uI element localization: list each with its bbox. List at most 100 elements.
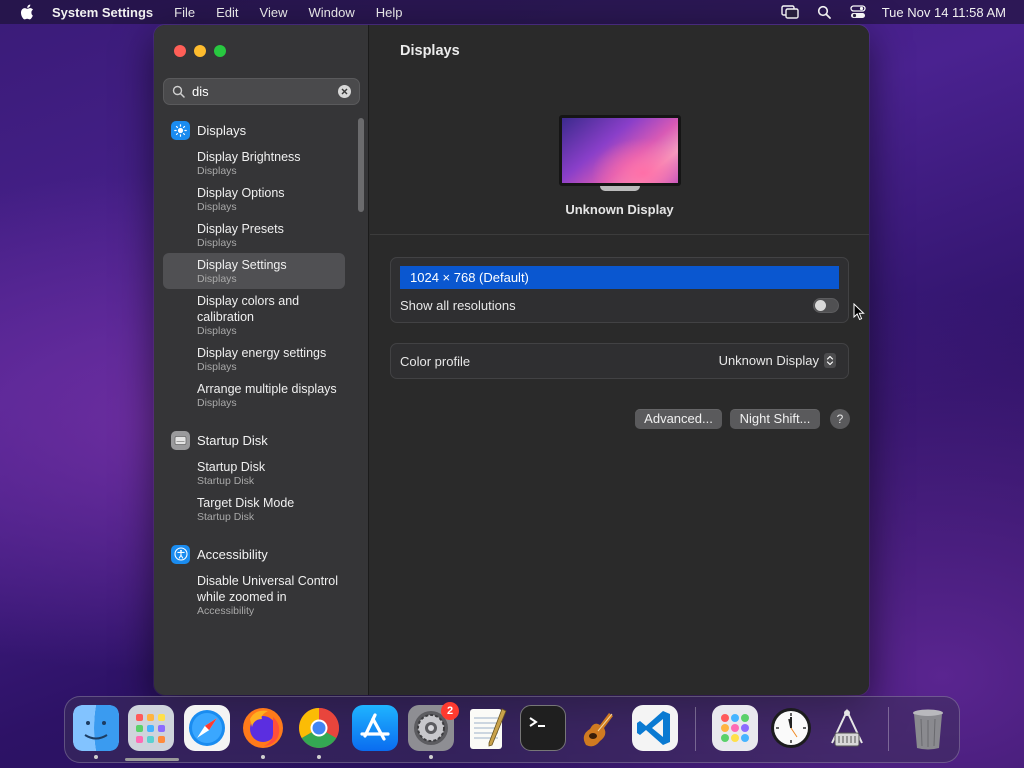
menu-help[interactable]: Help [376, 5, 403, 20]
display-preview-icon[interactable] [559, 115, 681, 191]
result-title: Disable Universal Control while zoomed i… [197, 574, 339, 604]
system-settings-icon[interactable]: 2 [408, 702, 459, 751]
help-button[interactable]: ? [830, 409, 850, 429]
spotlight-search-icon[interactable] [814, 4, 834, 20]
archive-utility-icon[interactable] [824, 705, 870, 751]
firefox-icon[interactable] [240, 705, 286, 751]
color-profile-label: Color profile [400, 354, 471, 369]
search-icon [172, 85, 186, 99]
vscode-icon[interactable] [632, 705, 678, 751]
result-title: Display Presets [197, 222, 284, 236]
launchpad-indicator [125, 758, 179, 761]
result-item[interactable]: Startup Disk Startup Disk [163, 455, 345, 491]
menu-app-name[interactable]: System Settings [52, 5, 153, 20]
resolution-option-selected[interactable]: 1024 × 768 (Default) [400, 266, 839, 289]
sidebar-scrollbar[interactable] [358, 118, 364, 212]
display-name: Unknown Display [565, 202, 674, 217]
sidebar: Displays Display Brightness Displays Dis… [154, 25, 369, 695]
result-item[interactable]: Display Options Displays [163, 181, 345, 217]
result-title: Arrange multiple displays [197, 382, 337, 396]
launchpad-icon[interactable] [128, 705, 174, 751]
result-item[interactable]: Arrange multiple displays Displays [163, 377, 345, 413]
result-subtitle: Startup Disk [197, 511, 255, 523]
menu-edit[interactable]: Edit [216, 5, 238, 20]
zoom-window-button[interactable] [214, 45, 226, 57]
minimize-window-button[interactable] [194, 45, 206, 57]
textedit-icon[interactable] [464, 705, 510, 751]
menu-bar-clock[interactable]: Tue Nov 14 11:58 AM [882, 5, 1006, 20]
result-item[interactable]: Display energy settings Displays [163, 341, 345, 377]
dock: 2 [64, 696, 960, 763]
safari-icon[interactable] [184, 705, 230, 751]
result-title: Display Brightness [197, 150, 301, 164]
displays-pane: Displays Unknown Display 1024 × 768 (Def… [370, 25, 869, 695]
result-item[interactable]: Disable Universal Control while zoomed i… [163, 569, 345, 621]
clock-icon[interactable] [768, 705, 814, 751]
result-title: Display colors and calibration [197, 294, 300, 324]
running-indicator [429, 755, 433, 759]
result-title: Display Settings [197, 258, 287, 272]
notification-badge: 2 [441, 702, 459, 720]
close-window-button[interactable] [174, 45, 186, 57]
window-controls [174, 45, 234, 57]
result-subtitle: Displays [197, 201, 237, 213]
search-results-list: Displays Display Brightness Displays Dis… [163, 115, 345, 621]
result-group-label: Accessibility [197, 546, 268, 562]
result-item[interactable]: Display Brightness Displays [163, 145, 345, 181]
divider [370, 234, 869, 235]
startup-disk-icon [171, 430, 190, 450]
running-indicator [94, 755, 98, 759]
result-group-displays[interactable]: Displays [163, 115, 345, 145]
result-title: Target Disk Mode [197, 496, 295, 510]
result-group-startup-disk[interactable]: Startup Disk [163, 425, 345, 455]
trash-icon[interactable] [905, 705, 951, 751]
running-indicator [261, 755, 265, 759]
night-shift-button[interactable]: Night Shift... [730, 409, 820, 429]
menu-view[interactable]: View [260, 5, 288, 20]
resolution-card: 1024 × 768 (Default) Show all resolution… [390, 257, 849, 323]
search-field[interactable] [163, 78, 360, 105]
color-profile-select[interactable]: Unknown Display [719, 353, 836, 368]
result-group-label: Displays [197, 122, 247, 138]
screen-mirroring-icon[interactable] [780, 4, 800, 20]
control-center-icon[interactable] [848, 4, 868, 20]
dock-separator [695, 707, 696, 751]
garageband-icon[interactable] [576, 705, 622, 751]
chrome-icon[interactable] [296, 705, 342, 751]
mouse-pointer-icon [853, 302, 865, 321]
result-subtitle: Displays [197, 325, 237, 337]
result-title: Startup Disk [197, 460, 266, 474]
result-title: Display energy settings [197, 346, 327, 360]
result-group-label: Startup Disk [197, 432, 268, 448]
result-item[interactable]: Target Disk Mode Startup Disk [163, 491, 345, 527]
system-settings-window: Displays Display Brightness Displays Dis… [154, 25, 869, 695]
result-item[interactable]: Display colors and calibration Displays [163, 289, 345, 341]
menu-window[interactable]: Window [308, 5, 354, 20]
menu-file[interactable]: File [174, 5, 195, 20]
result-subtitle: Accessibility [197, 605, 255, 617]
result-subtitle: Startup Disk [197, 475, 255, 487]
result-title: Display Options [197, 186, 285, 200]
displays-sun-icon [171, 120, 190, 140]
dock-separator [888, 707, 889, 751]
app-folder-icon[interactable] [712, 705, 758, 751]
apple-logo-icon[interactable] [20, 4, 34, 20]
clear-search-icon[interactable] [338, 85, 351, 98]
advanced-button[interactable]: Advanced... [635, 409, 722, 429]
accessibility-icon [171, 544, 190, 564]
result-subtitle: Displays [197, 273, 237, 285]
finder-icon[interactable] [73, 705, 119, 751]
app-store-icon[interactable] [352, 705, 398, 751]
result-subtitle: Displays [197, 165, 237, 177]
show-all-resolutions-toggle[interactable] [813, 298, 839, 313]
chevron-up-down-icon [824, 353, 836, 368]
result-group-accessibility[interactable]: Accessibility [163, 539, 345, 569]
result-item[interactable]: Display Presets Displays [163, 217, 345, 253]
terminal-icon[interactable] [520, 705, 566, 751]
search-input[interactable] [192, 84, 332, 99]
pane-title: Displays [400, 43, 460, 59]
show-all-resolutions-label: Show all resolutions [400, 298, 516, 313]
color-profile-row: Color profile Unknown Display [390, 343, 849, 379]
result-item-selected[interactable]: Display Settings Displays [163, 253, 345, 289]
menu-bar: System Settings File Edit View Window He… [0, 0, 1024, 24]
